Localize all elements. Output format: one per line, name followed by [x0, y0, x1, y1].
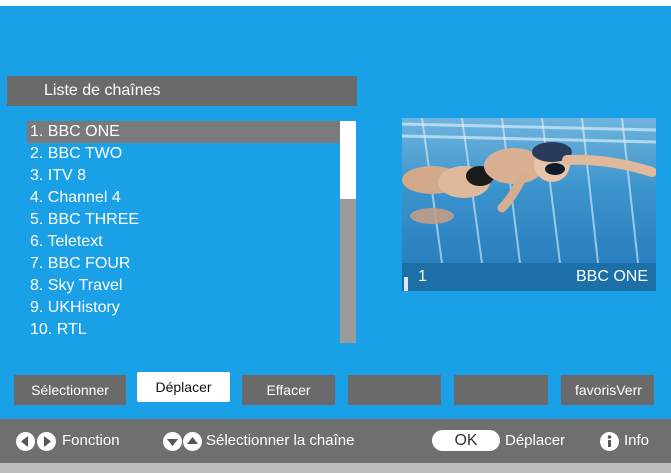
- signal-tick: [404, 277, 408, 291]
- channel-item-6[interactable]: 6. Teletext: [27, 231, 341, 253]
- top-edge: [0, 0, 671, 6]
- down-arrow-icon: [163, 432, 182, 451]
- channel-item-3[interactable]: 3. ITV 8: [27, 165, 341, 187]
- select-button[interactable]: Sélectionner: [14, 375, 126, 405]
- channel-item-4[interactable]: 4. Channel 4: [27, 187, 341, 209]
- move-button[interactable]: Déplacer: [137, 372, 230, 402]
- channel-item-8[interactable]: 8. Sky Travel: [27, 275, 341, 297]
- up-arrow-icon: [183, 432, 202, 451]
- tv-screen: Liste de chaînes 1. BBC ONE 2. BBC TWO 3…: [0, 0, 671, 473]
- preview-info-bar: 1 BBC ONE: [402, 263, 656, 291]
- footer-select-channel-label: Sélectionner la chaîne: [206, 432, 355, 449]
- channel-item-1[interactable]: 1. BBC ONE: [27, 121, 341, 143]
- channel-list[interactable]: 1. BBC ONE 2. BBC TWO 3. ITV 8 4. Channe…: [27, 121, 341, 343]
- swimmer-image: [402, 118, 656, 263]
- preview-channel-name: BBC ONE: [575, 268, 648, 285]
- footer-info-label: Info: [624, 432, 650, 449]
- page-title: Liste de chaînes: [7, 76, 357, 106]
- channel-preview: [402, 118, 656, 263]
- channel-item-2[interactable]: 2. BBC TWO: [27, 143, 341, 165]
- footer-strip: [0, 463, 671, 473]
- scrollbar-thumb[interactable]: [340, 199, 356, 343]
- right-arrow-icon: [37, 432, 56, 451]
- channel-item-7[interactable]: 7. BBC FOUR: [27, 253, 341, 275]
- channel-item-10[interactable]: 10. RTL: [27, 319, 341, 341]
- info-icon: [600, 432, 619, 451]
- delete-button[interactable]: Effacer: [242, 375, 335, 405]
- ok-button: OK: [432, 430, 500, 451]
- channel-item-5[interactable]: 5. BBC THREE: [27, 209, 341, 231]
- footer-function-label: Fonction: [62, 432, 120, 449]
- empty-button-2[interactable]: [454, 375, 548, 405]
- channel-item-9[interactable]: 9. UKHistory: [27, 297, 341, 319]
- preview-channel-number: 1: [418, 268, 427, 285]
- empty-button-1[interactable]: [348, 375, 441, 405]
- left-arrow-icon: [16, 432, 35, 451]
- footer-move-label: Déplacer: [505, 432, 566, 449]
- favorites-lock-button[interactable]: favorisVerr: [561, 375, 654, 405]
